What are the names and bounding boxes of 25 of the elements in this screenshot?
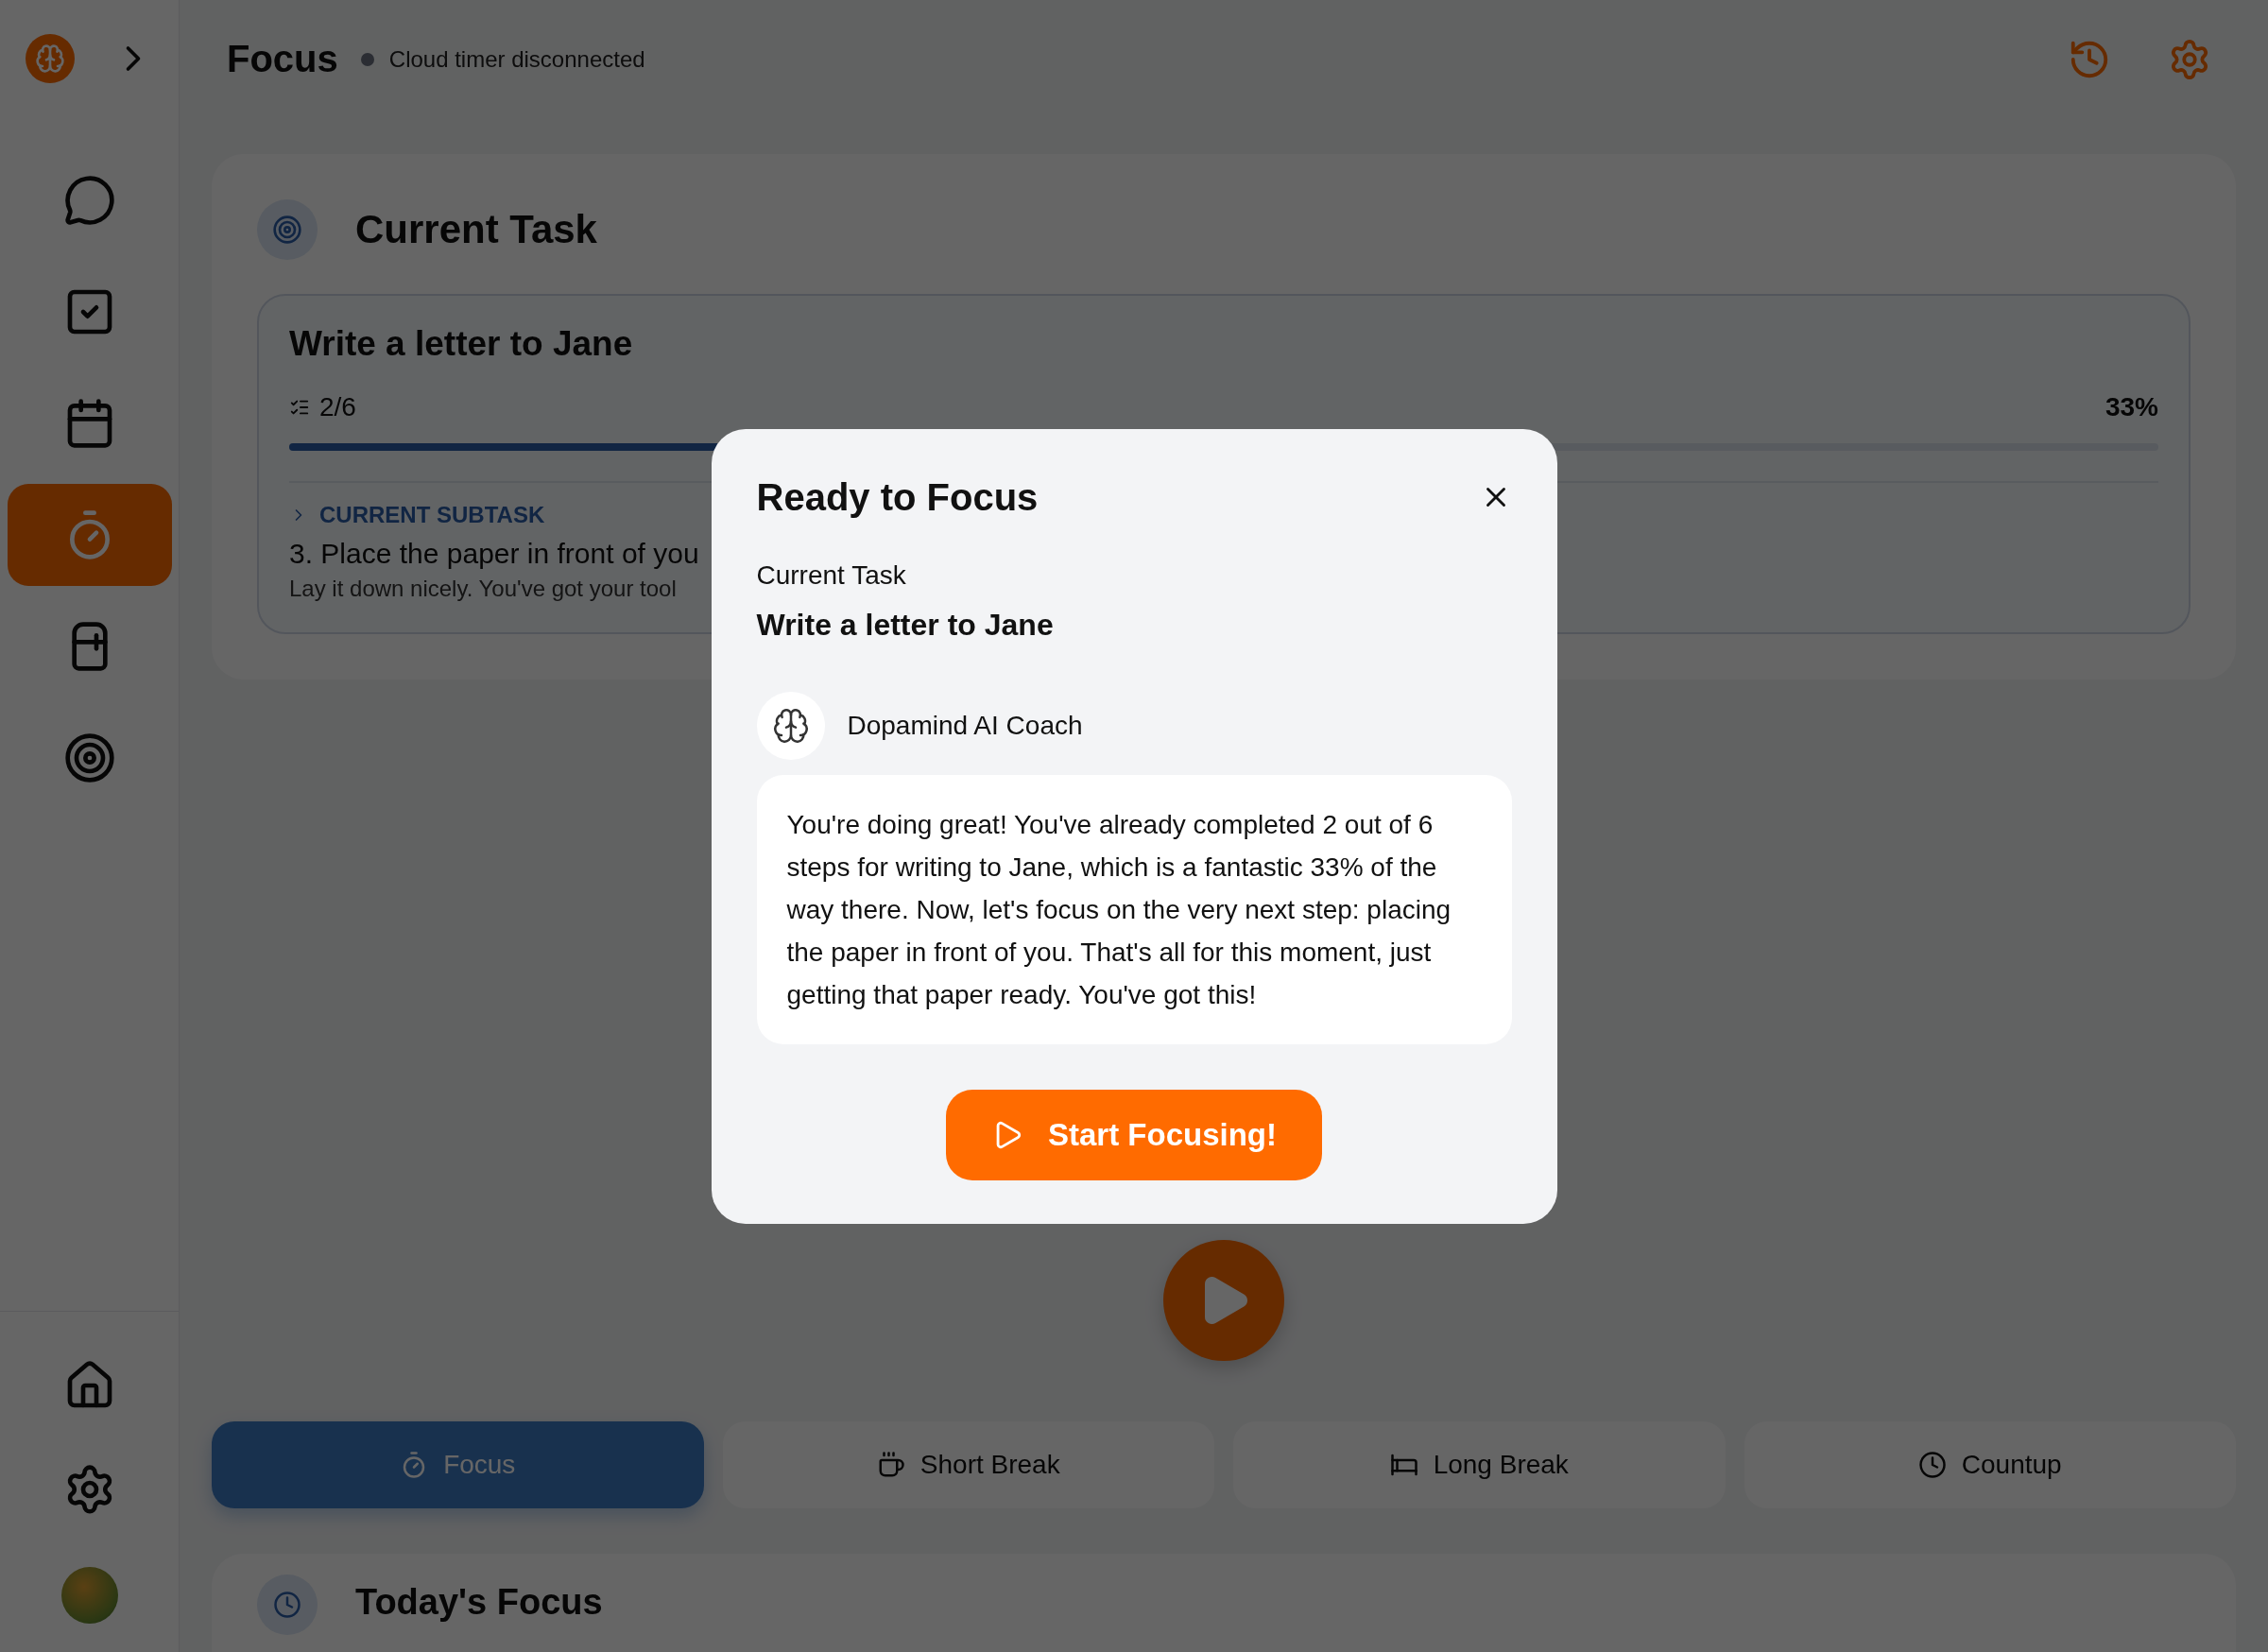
mode-tab[interactable]: Short Break — [722, 1421, 1214, 1508]
task-name: Write a letter to Jane — [289, 324, 634, 364]
clock-icon — [1917, 1451, 1947, 1479]
connection-status: Cloud timer disconnected — [388, 45, 645, 73]
coach-name: Dopamind AI Coach — [847, 710, 1083, 741]
progress-percent: 33% — [2105, 392, 2158, 422]
mode-tab[interactable]: Focus — [212, 1421, 704, 1508]
subtask-note: Lay it down nicely. You've got your tool — [289, 576, 678, 602]
coach-message: You're doing great! You've already completed 2 out of 6 steps for writing to Jane, which is a fantastic 33% of the way there. Now, let's focus on the very next step: placing the paper in front of you. That's all for this moment, just getting that paper ready. You've got this! — [756, 774, 1512, 1044]
task-name: Write a letter to Jane — [756, 607, 1055, 643]
subtask-label: CURRENT SUBTASK — [319, 502, 545, 528]
dialog-title: Ready to Focus — [756, 475, 1039, 519]
mode-tab[interactable]: Countup — [1744, 1421, 2236, 1508]
chat-bubble-icon — [62, 174, 116, 227]
sidebar-nav-button[interactable] — [7, 484, 172, 586]
subtask-title: 3. Place the paper in front of you — [289, 538, 700, 570]
card-title: Current Task — [355, 207, 597, 252]
task-label: Current Task — [756, 559, 907, 591]
logo-icon — [25, 34, 75, 83]
target-icon — [62, 731, 116, 784]
page-title: Focus — [227, 38, 338, 80]
start-focusing-button[interactable]: Start Focusing! — [946, 1089, 1322, 1180]
card-title: Today's Focus — [355, 1582, 603, 1623]
steps-count: 2/6 — [319, 392, 356, 422]
mode-tab[interactable]: Long Break — [1233, 1421, 1726, 1508]
